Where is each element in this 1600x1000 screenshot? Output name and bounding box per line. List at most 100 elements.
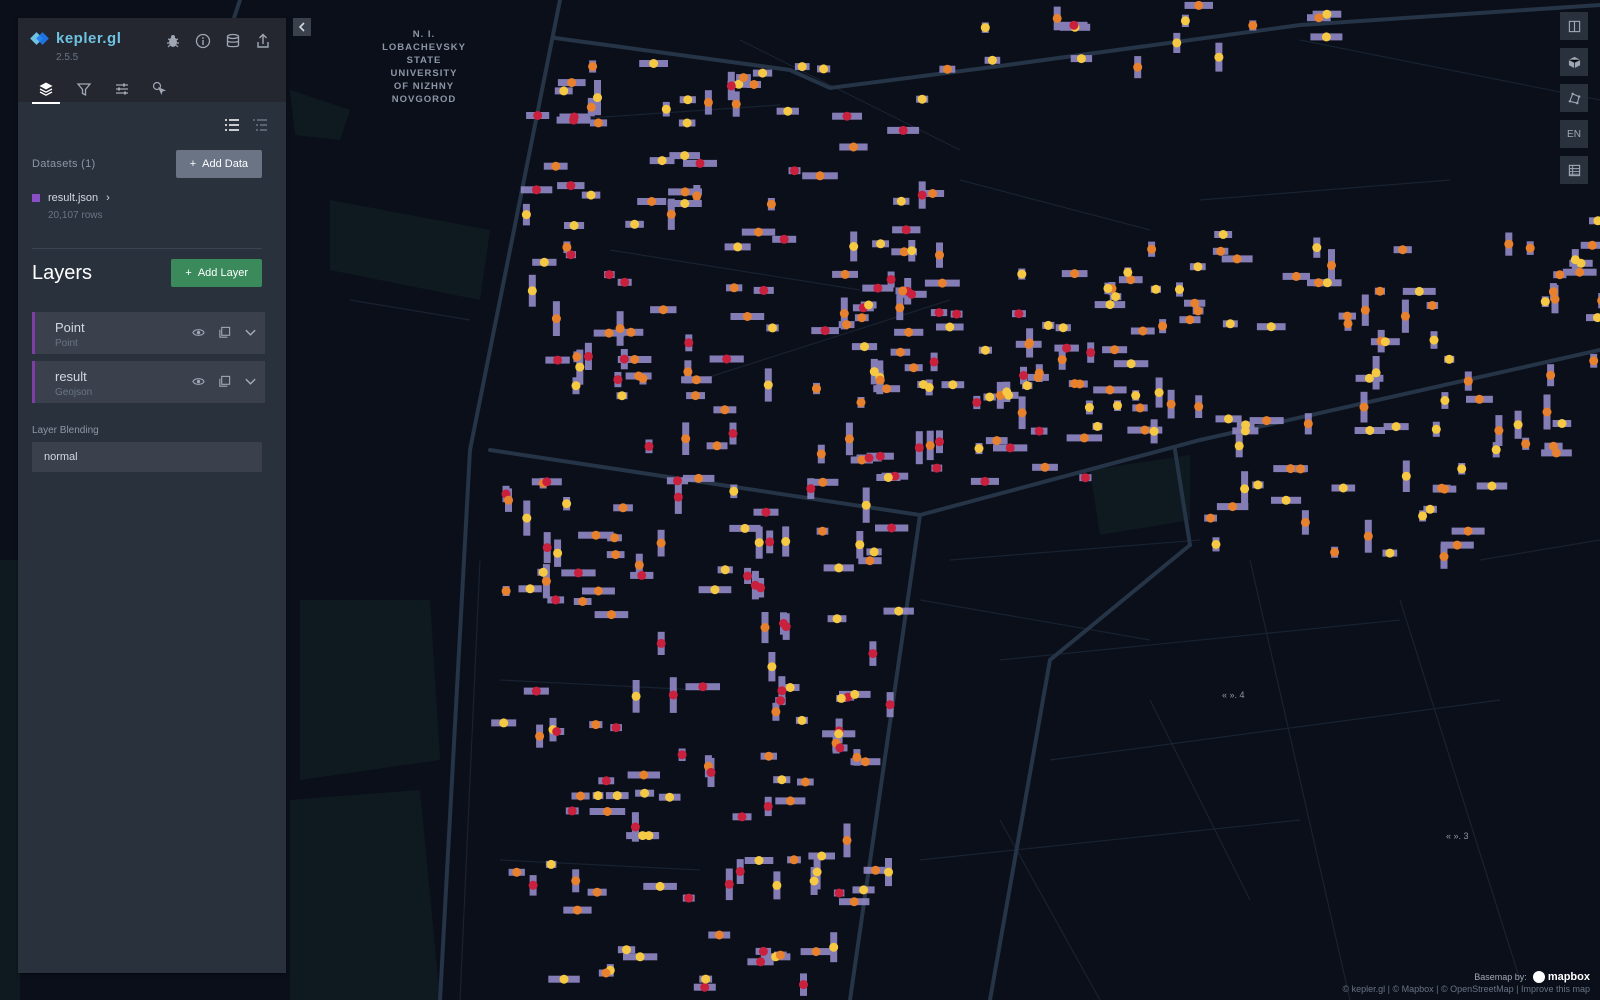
point [835, 743, 845, 753]
point [731, 99, 741, 109]
point [559, 86, 569, 96]
point [1248, 21, 1258, 30]
point [1504, 239, 1514, 249]
point [1363, 531, 1373, 541]
point [666, 209, 676, 219]
point [1034, 368, 1044, 378]
info-icon[interactable] [194, 32, 212, 50]
dataset-item[interactable]: result.json › 20,107 rows [32, 192, 110, 221]
tab-filters[interactable] [70, 76, 98, 102]
point [844, 434, 854, 444]
point [834, 888, 844, 898]
point [1375, 286, 1385, 296]
duplicate-icon[interactable] [217, 325, 231, 339]
point [974, 444, 984, 453]
point [668, 690, 678, 700]
layer-panel-result[interactable]: result Geojson [32, 361, 265, 403]
point [567, 78, 577, 88]
eye-icon[interactable] [191, 325, 205, 339]
point [1216, 246, 1226, 256]
chevron-right-icon[interactable]: › [106, 192, 110, 204]
point [1076, 54, 1086, 64]
add-layer-button[interactable]: + Add Layer [171, 259, 262, 287]
app-version: 2.5.5 [56, 52, 79, 63]
layers-title: Layers [32, 261, 93, 284]
point [512, 867, 522, 877]
point [551, 314, 561, 324]
point [637, 570, 647, 580]
tab-interactions[interactable] [108, 76, 136, 102]
locale-button[interactable]: EN [1560, 120, 1588, 148]
point [1380, 337, 1390, 347]
point [1123, 267, 1133, 277]
point [634, 560, 644, 570]
3d-view-icon[interactable] [1560, 48, 1588, 76]
plus-icon: + [189, 158, 197, 170]
chevron-down-icon[interactable] [243, 325, 257, 339]
point [1240, 426, 1250, 436]
eye-icon[interactable] [191, 374, 205, 388]
split-map-icon[interactable] [1560, 12, 1588, 40]
point [553, 548, 563, 558]
list-view-icon[interactable] [224, 117, 240, 133]
point [797, 715, 807, 725]
point [1300, 517, 1310, 527]
point [1557, 419, 1567, 428]
point [885, 700, 895, 710]
point [849, 242, 859, 251]
database-icon[interactable] [224, 32, 242, 50]
point [1025, 338, 1035, 348]
point [907, 289, 917, 299]
point [1444, 354, 1454, 364]
add-data-button[interactable]: + Add Data [175, 150, 262, 178]
point [987, 55, 997, 65]
point [527, 286, 537, 296]
point [634, 371, 644, 381]
point [720, 405, 730, 415]
collapse-panel-button[interactable] [293, 18, 311, 36]
point [1126, 359, 1136, 369]
tab-layers[interactable] [32, 76, 60, 104]
point [684, 893, 694, 903]
point [729, 486, 739, 496]
point [567, 806, 577, 816]
point [630, 355, 640, 364]
point [703, 97, 713, 107]
point [1228, 502, 1238, 512]
point [1147, 244, 1157, 254]
point [1521, 439, 1531, 449]
point [1487, 481, 1497, 491]
layer-name: result [55, 369, 87, 384]
duplicate-icon[interactable] [217, 374, 231, 388]
mapbox-icon [1532, 971, 1545, 983]
chevron-down-icon[interactable] [243, 374, 257, 388]
point [681, 434, 691, 444]
point [842, 320, 852, 330]
layer-blending-select[interactable]: normal [32, 442, 262, 472]
point [842, 111, 852, 121]
point [1312, 243, 1322, 253]
point [980, 345, 990, 355]
draw-icon[interactable] [1560, 84, 1588, 112]
point [864, 453, 874, 463]
share-icon[interactable] [254, 32, 272, 50]
mapbox-logo[interactable]: mapbox [1532, 971, 1590, 983]
tab-base-map[interactable] [146, 76, 174, 102]
point [532, 185, 541, 195]
layer-panel-point[interactable]: Point Point [32, 312, 265, 354]
map-attribution[interactable]: © kepler.gl | © Mapbox | © OpenStreetMap… [1342, 984, 1590, 994]
data-table-icon[interactable] [1560, 156, 1588, 184]
point [1131, 391, 1141, 400]
point [1218, 230, 1228, 239]
point [644, 441, 654, 451]
point [895, 303, 905, 313]
bug-icon[interactable] [164, 32, 182, 50]
point [592, 887, 602, 897]
tree-view-icon[interactable] [252, 117, 268, 133]
point [763, 801, 773, 811]
divider [32, 248, 262, 249]
point [601, 776, 611, 786]
point [680, 151, 690, 161]
point [1440, 484, 1449, 494]
point [691, 391, 700, 401]
